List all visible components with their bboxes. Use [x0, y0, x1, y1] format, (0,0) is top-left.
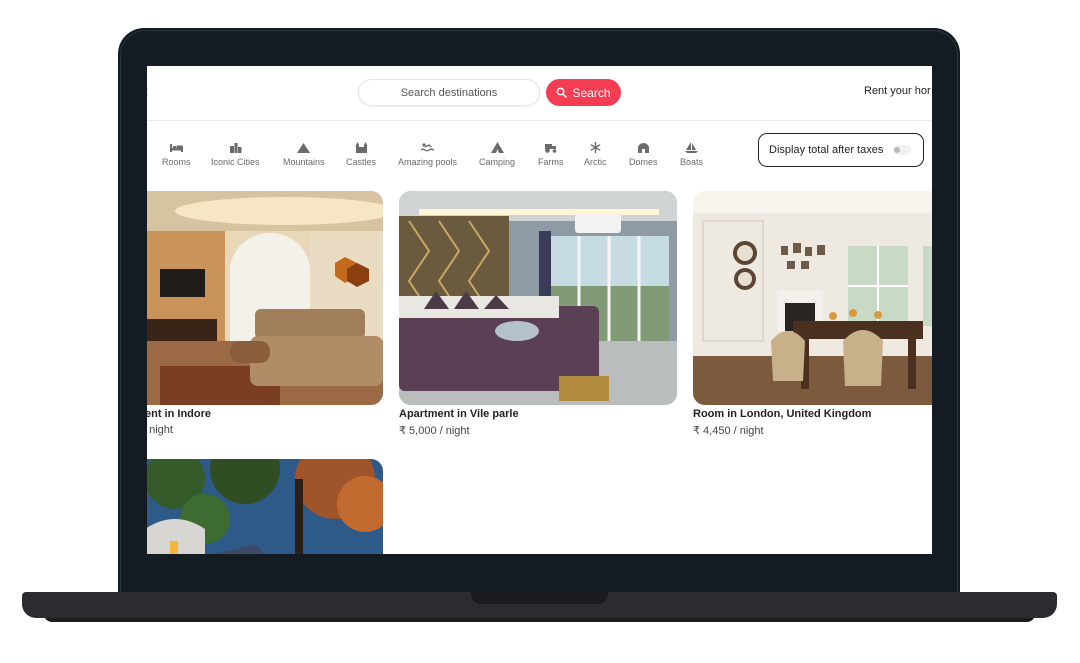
category-farms[interactable]: Farms: [538, 142, 564, 167]
category-label: Domes: [629, 157, 658, 167]
listing-title[interactable]: Room in London, United Kingdom: [693, 408, 871, 420]
castle-icon: [355, 142, 367, 153]
category-label: Iconic Cities: [211, 157, 260, 167]
category-arctic[interactable]: Arctic: [584, 142, 607, 167]
toggle-knob: [894, 147, 901, 153]
listing-photo-forest[interactable]: [147, 459, 383, 554]
category-rooms[interactable]: Rooms: [162, 142, 191, 167]
category-label: Mountains: [283, 157, 325, 167]
display-total-after-taxes-toggle[interactable]: Display total after taxes: [758, 133, 924, 167]
search-icon: [557, 87, 568, 98]
category-label: Farms: [538, 157, 564, 167]
living-room-photo: [147, 191, 383, 405]
dining-room-photo: [693, 191, 932, 405]
category-amazing-pools[interactable]: Amazing pools: [398, 142, 457, 167]
listing-price: ₹ 4,450 / night: [693, 425, 764, 437]
top-navbar: : Search destinations Search Rent your h…: [147, 66, 932, 121]
tractor-icon: [545, 144, 557, 153]
city-icon: [229, 143, 242, 153]
search-button[interactable]: Search: [546, 79, 621, 106]
search-input[interactable]: Search destinations: [358, 79, 540, 106]
bedroom-photo: [399, 191, 677, 405]
listing-photo-vile-parle[interactable]: [399, 191, 677, 405]
category-label: Boats: [680, 157, 704, 167]
laptop-notch: [471, 592, 608, 604]
search-button-label: Search: [572, 85, 611, 100]
category-domes[interactable]: Domes: [629, 142, 658, 167]
listing-photo-indore[interactable]: [147, 191, 383, 405]
listing-price: ₹ 5,000 / night: [399, 425, 470, 437]
dome-icon: [637, 143, 649, 153]
category-label: Arctic: [584, 157, 607, 167]
category-iconic-cities[interactable]: Iconic Cities: [211, 142, 260, 167]
toggle-switch[interactable]: [893, 145, 912, 155]
snowflake-icon: [590, 142, 601, 153]
category-castles[interactable]: Castles: [346, 142, 376, 167]
logo-fragment: :: [147, 84, 148, 98]
listing-price: / night: [147, 424, 173, 436]
category-label: Amazing pools: [398, 157, 458, 167]
tent-icon: [490, 142, 504, 153]
search-placeholder: Search destinations: [400, 86, 498, 99]
forest-photo: [147, 459, 383, 554]
listing-photo-london[interactable]: [693, 191, 932, 405]
listing-title[interactable]: Apartment in Vile parle: [399, 408, 519, 420]
rent-your-home-link[interactable]: Rent your hor: [864, 85, 931, 97]
category-label: Rooms: [162, 157, 191, 167]
category-camping[interactable]: Camping: [479, 142, 515, 167]
tax-toggle-label: Display total after taxes: [769, 144, 884, 156]
sailboat-icon: [685, 142, 698, 153]
bed-icon: [169, 144, 183, 152]
pool-icon: [421, 143, 435, 152]
category-boats[interactable]: Boats: [680, 142, 703, 167]
mountain-icon: [297, 143, 311, 153]
category-label: Castles: [346, 157, 377, 167]
category-mountains[interactable]: Mountains: [283, 142, 325, 167]
listing-title[interactable]: ent in Indore: [147, 408, 211, 420]
browser-screen: : Search destinations Search Rent your h…: [147, 66, 932, 554]
category-label: Camping: [479, 157, 516, 167]
